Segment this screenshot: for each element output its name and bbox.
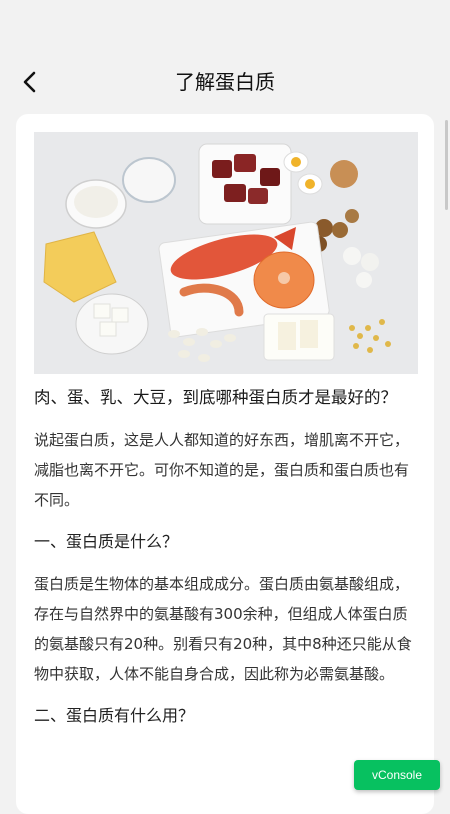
back-button[interactable] — [16, 68, 44, 96]
article-question: 肉、蛋、乳、大豆，到底哪种蛋白质才是最好的？ — [34, 388, 397, 407]
vconsole-button[interactable]: vConsole — [354, 760, 440, 790]
food-photo-illustration — [34, 132, 418, 374]
section-1-body: 蛋白质是生物体的基本组成成分。蛋白质由氨基酸组成，存在与自然界中的氨基酸有300… — [34, 575, 412, 683]
article-intro: 说起蛋白质，这是人人都知道的好东西，增肌离不开它，减脂也离不开它。可你不知道的是… — [34, 431, 410, 509]
page-title: 了解蛋白质 — [175, 69, 275, 94]
section-2-title: 二、蛋白质有什么用？ — [34, 706, 195, 725]
navigation-header: 了解蛋白质 — [0, 50, 450, 110]
section-1-title: 一、蛋白质是什么？ — [34, 532, 179, 551]
article-card: 肉、蛋、乳、大豆，到底哪种蛋白质才是最好的？ 说起蛋白质，这是人人都知道的好东西… — [16, 114, 434, 814]
hero-image — [34, 132, 418, 374]
chevron-left-icon — [23, 71, 36, 93]
article-body: 肉、蛋、乳、大豆，到底哪种蛋白质才是最好的？ 说起蛋白质，这是人人都知道的好东西… — [34, 384, 418, 743]
scrollbar[interactable] — [445, 120, 448, 210]
